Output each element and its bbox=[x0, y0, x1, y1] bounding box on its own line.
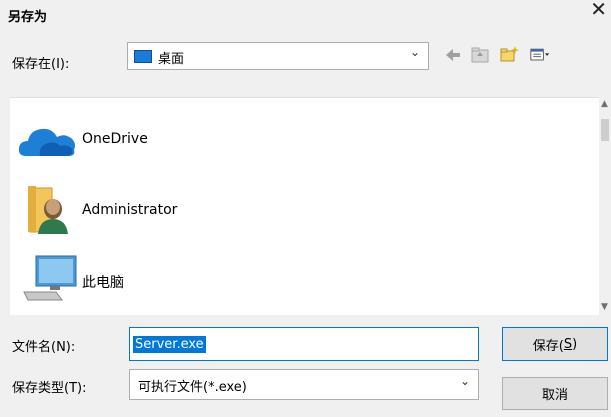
vertical-scrollbar[interactable]: ▲ ▼ bbox=[599, 97, 611, 314]
filetype-label: 保存类型(T): bbox=[12, 381, 87, 396]
list-item[interactable]: 此电脑 bbox=[10, 252, 590, 308]
up-folder-icon[interactable] bbox=[470, 46, 490, 64]
cancel-button[interactable]: 取消 bbox=[502, 377, 608, 410]
list-item[interactable]: OneDrive bbox=[10, 112, 590, 168]
chevron-down-icon: ⌄ bbox=[459, 374, 470, 388]
user-folder-icon bbox=[28, 186, 68, 234]
desktop-icon bbox=[134, 50, 152, 63]
filename-value: Server.exe bbox=[133, 336, 206, 353]
save-in-value: 桌面 bbox=[158, 52, 185, 67]
item-name: Administrator bbox=[82, 202, 178, 218]
new-folder-icon[interactable] bbox=[499, 45, 519, 63]
this-pc-icon bbox=[23, 255, 77, 301]
chevron-down-icon: ⌄ bbox=[409, 45, 420, 59]
scroll-down-icon[interactable]: ▼ bbox=[601, 302, 608, 312]
save-in-combo[interactable]: 桌面 ⌄ bbox=[127, 42, 429, 70]
close-icon[interactable]: ✕ bbox=[590, 0, 607, 20]
back-arrow-icon[interactable] bbox=[443, 46, 463, 64]
file-list[interactable]: OneDrive Administrator 此电脑 bbox=[10, 97, 599, 315]
save-label: 保存( bbox=[532, 338, 564, 354]
filetype-value: 可执行文件(*.exe) bbox=[138, 380, 247, 395]
item-name: OneDrive bbox=[82, 131, 148, 147]
filename-input[interactable]: Server.exe bbox=[129, 327, 479, 361]
dialog-title: 另存为 bbox=[8, 10, 48, 25]
save-in-label: 保存在(I): bbox=[12, 57, 70, 72]
onedrive-cloud-icon bbox=[18, 128, 75, 156]
save-button[interactable]: 保存(S) bbox=[502, 327, 608, 361]
view-menu-icon[interactable] bbox=[530, 46, 550, 64]
item-name: 此电脑 bbox=[82, 275, 124, 291]
scroll-up-icon[interactable]: ▲ bbox=[601, 99, 608, 109]
list-item[interactable]: Administrator bbox=[10, 182, 590, 238]
save-accesskey: S bbox=[563, 336, 573, 352]
save-label-end: ) bbox=[572, 336, 578, 352]
scroll-thumb[interactable] bbox=[601, 119, 609, 141]
filetype-select[interactable]: 可执行文件(*.exe) ⌄ bbox=[129, 369, 479, 400]
filename-label: 文件名(N): bbox=[12, 340, 76, 355]
